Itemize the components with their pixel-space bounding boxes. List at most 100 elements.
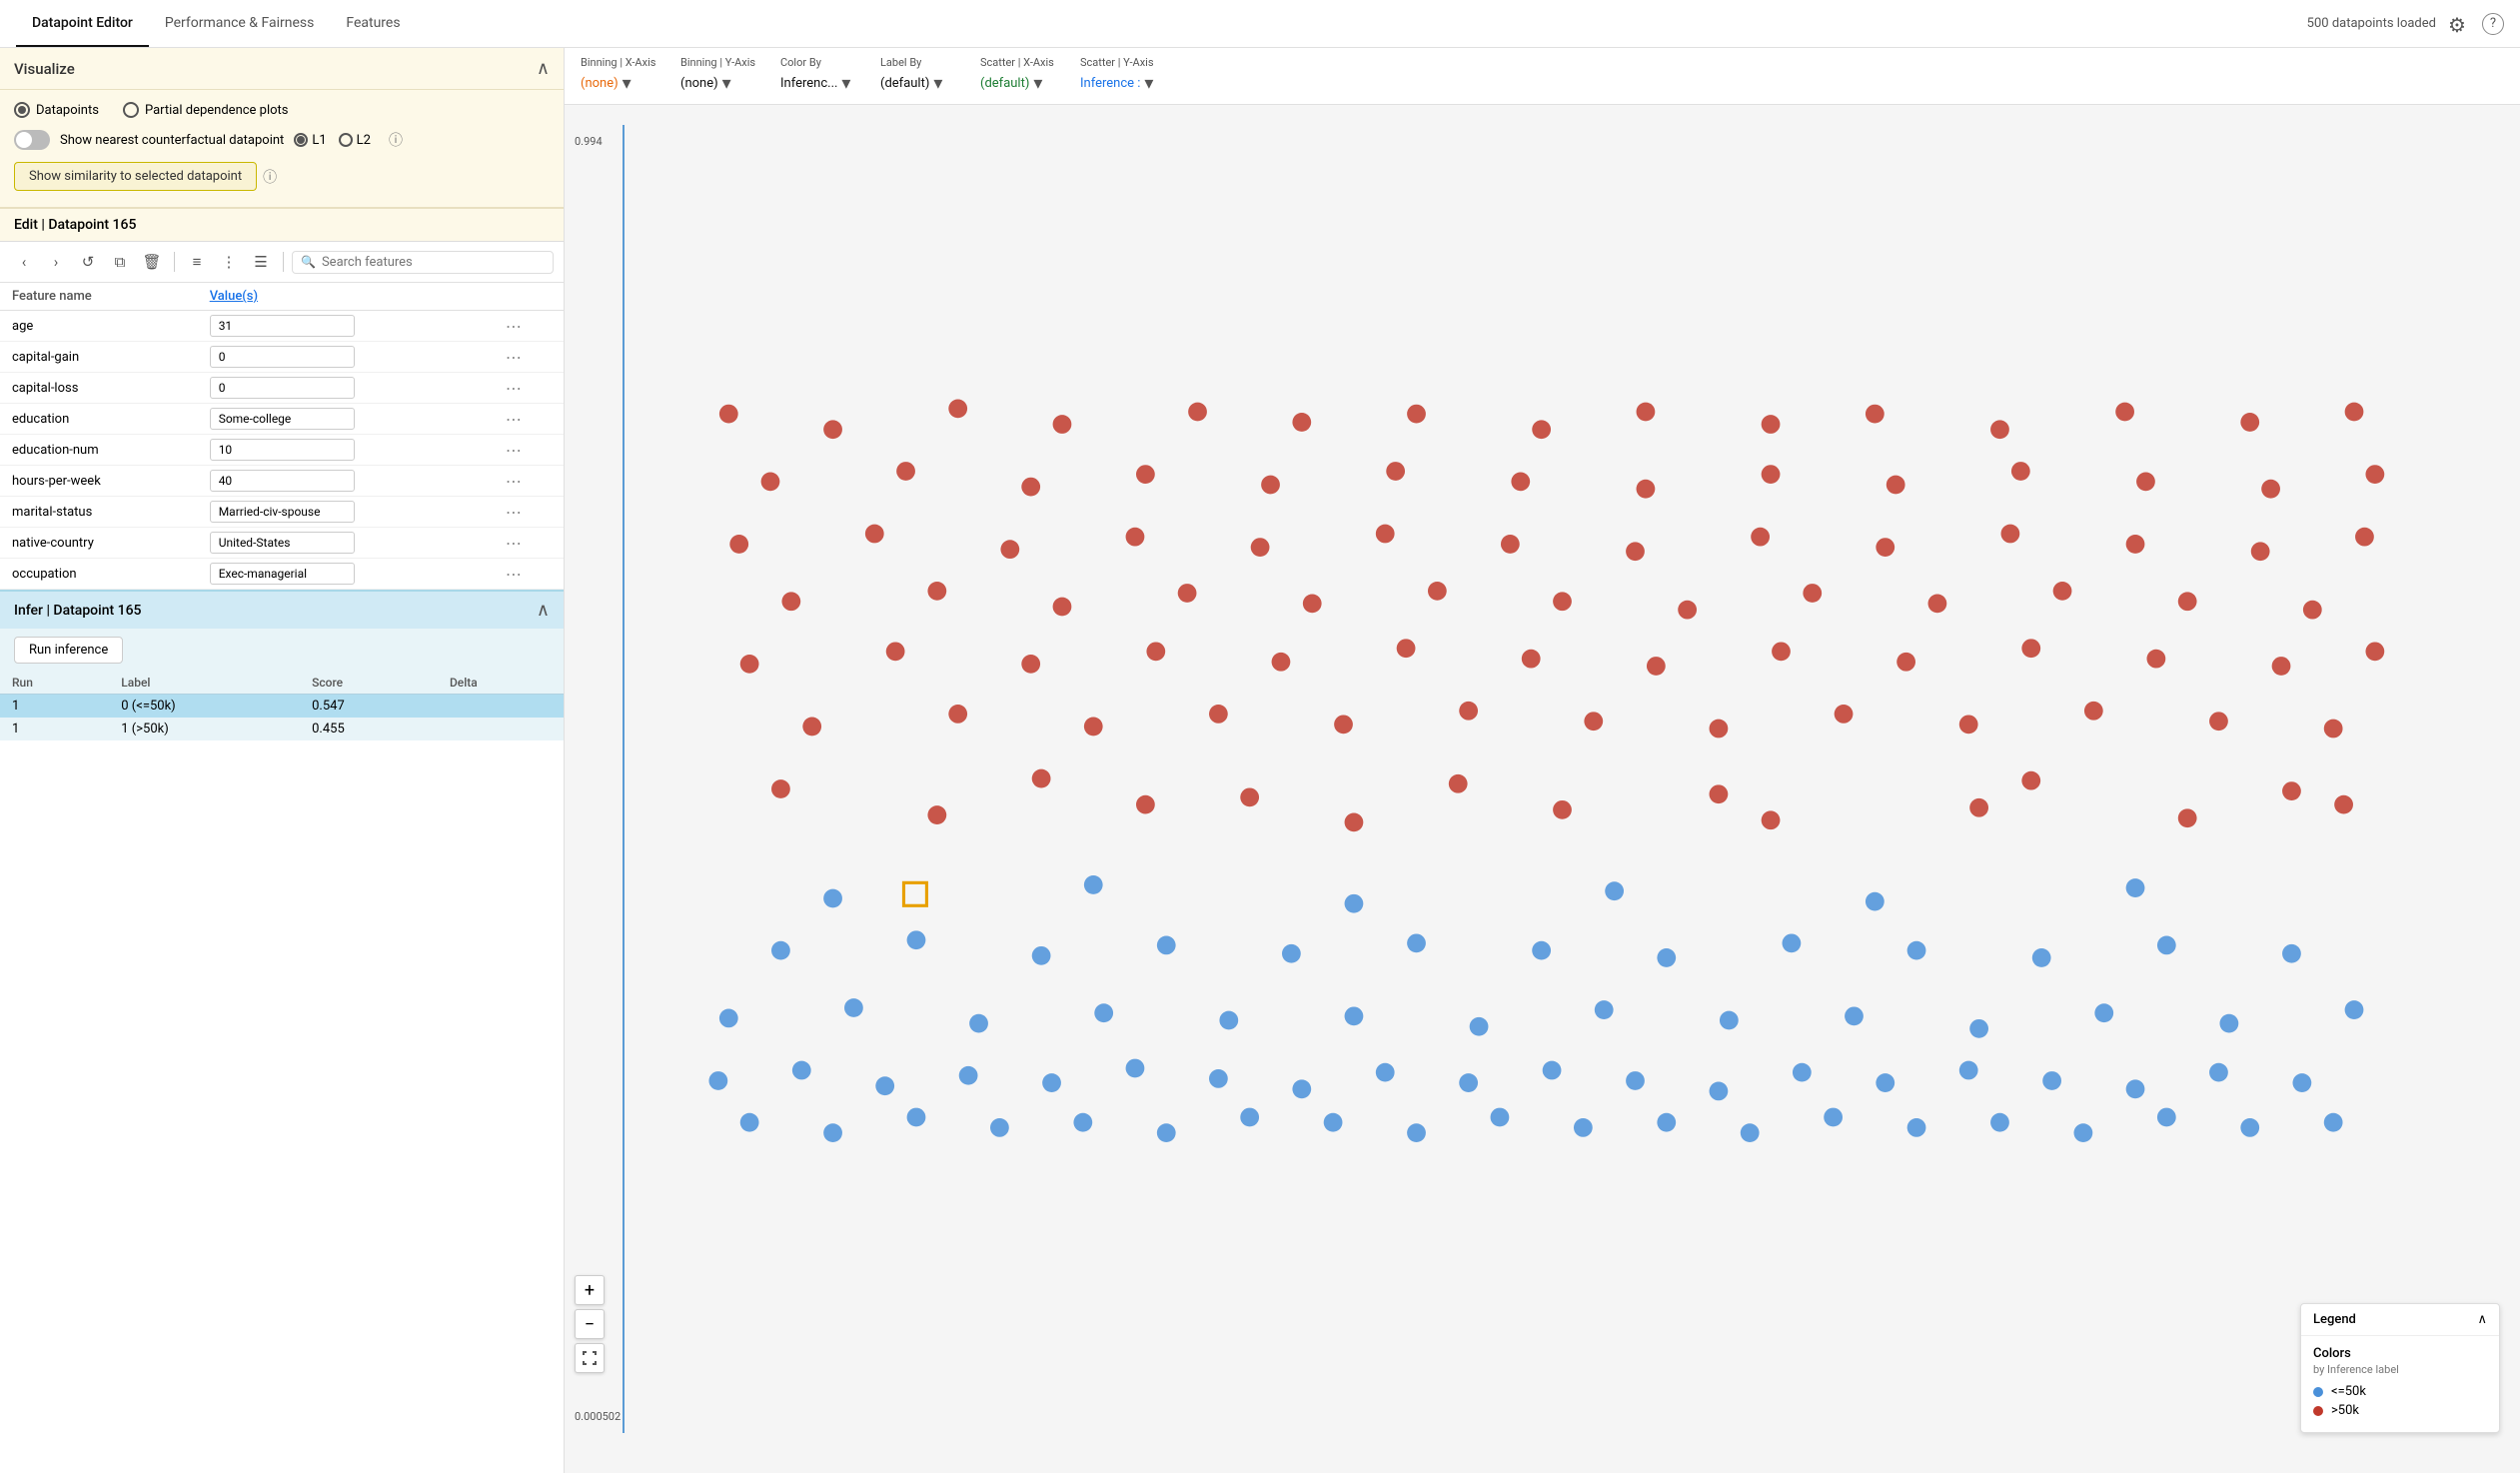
tab-performance-fairness[interactable]: Performance & Fairness [149,1,331,47]
color-by-select[interactable]: Inferenc... ▾ [780,71,860,96]
list-bullets-btn[interactable]: ☰ [247,248,275,276]
fullscreen-btn[interactable] [575,1343,605,1373]
zoom-in-btn[interactable]: + [575,1275,605,1305]
back-btn[interactable]: ‹ [10,248,38,276]
feature-more-btn[interactable]: ⋯ [506,379,522,398]
legend-item-blue: <=50k [2313,1384,2487,1399]
y-axis-top-label: 0.994 [575,135,603,148]
infer-title: Infer | Datapoint 165 [14,603,142,619]
copy-btn[interactable]: ⧉ [106,248,134,276]
similarity-info-icon[interactable]: ⓘ [263,167,277,187]
list-single-btn[interactable]: ≡ [183,248,211,276]
radio-l1[interactable]: L1 [294,133,326,148]
feature-value-input[interactable] [210,563,355,585]
visualize-title: Visualize [14,60,75,78]
feature-more-cell: ⋯ [494,404,564,435]
tab-datapoint-editor[interactable]: Datapoint Editor [16,1,149,47]
feature-value-input[interactable] [210,346,355,368]
top-nav: Datapoint Editor Performance & Fairness … [0,0,2520,48]
feature-more-cell: ⋯ [494,497,564,528]
infer-delta-cell [438,718,564,740]
edit-title: Edit | Datapoint 165 [14,217,136,233]
feature-value-input[interactable] [210,532,355,554]
legend-box: Legend ∧ Colors by Inference label <=50k… [2300,1303,2500,1433]
table-row: age ⋯ [0,311,564,342]
feature-more-btn[interactable]: ⋯ [506,534,522,553]
counterfactual-toggle[interactable] [14,130,50,150]
feature-more-cell: ⋯ [494,435,564,466]
infer-collapse-btn[interactable]: ∧ [537,600,550,621]
scatter-y-value: Inference : [1080,76,1140,91]
run-inference-btn[interactable]: Run inference [14,637,123,664]
feature-more-btn[interactable]: ⋯ [506,410,522,429]
radio-l2[interactable]: L2 [339,133,371,148]
radio-partial-dependence[interactable]: Partial dependence plots [123,102,289,118]
feature-value-input[interactable] [210,501,355,523]
list-numbered-btn[interactable]: ⋮ [215,248,243,276]
radio-partial-dependence-label: Partial dependence plots [145,103,289,118]
toolbar-divider2 [283,252,284,272]
feature-name-cell: capital-gain [0,342,198,373]
feature-more-btn[interactable]: ⋯ [506,348,522,367]
undo-btn[interactable]: ↺ [74,248,102,276]
feature-value-cell [198,435,494,466]
col-actions [494,283,564,311]
feature-value-input[interactable] [210,377,355,399]
label-by-arrow: ▾ [933,73,942,94]
feature-more-btn[interactable]: ⋯ [506,472,522,491]
feature-value-input[interactable] [210,315,355,337]
visualize-collapse-btn[interactable]: ∧ [537,58,550,79]
legend-label-gt50k: >50k [2331,1403,2359,1418]
delete-btn[interactable]: 🗑 [138,248,166,276]
l1l2-info-icon[interactable]: ⓘ [389,130,403,150]
feature-more-btn[interactable]: ⋯ [506,565,522,584]
scatter-x-select[interactable]: (default) ▾ [980,71,1060,96]
nav-right: 500 datapoints loaded ⚙ ? [2307,13,2504,35]
label-by-select[interactable]: (default) ▾ [880,71,960,96]
scatter-y-control: Scatter | Y-Axis Inference : ▾ [1080,56,1160,96]
scatter-x-value: (default) [980,76,1029,91]
feature-more-cell: ⋯ [494,466,564,497]
feature-value-input[interactable] [210,470,355,492]
forward-btn[interactable]: › [42,248,70,276]
feature-table-container: Feature name Value(s) age ⋯ capital-gain… [0,283,564,590]
feature-more-btn[interactable]: ⋯ [506,317,522,336]
binning-x-select[interactable]: (none) ▾ [581,71,660,96]
help-icon[interactable]: ? [2482,13,2504,35]
legend-collapse-btn[interactable]: ∧ [2477,1312,2487,1327]
infer-run-cell: 1 [0,695,109,719]
feature-more-cell: ⋯ [494,528,564,559]
table-row: marital-status ⋯ [0,497,564,528]
legend-title: Legend [2313,1312,2356,1327]
feature-more-cell: ⋯ [494,342,564,373]
feature-name-cell: education [0,404,198,435]
tab-features[interactable]: Features [330,1,416,47]
feature-value-input[interactable] [210,439,355,461]
infer-score-cell: 0.455 [300,718,438,740]
binning-x-label: Binning | X-Axis [581,56,660,69]
infer-table-body: 1 0 (<=50k) 0.547 1 1 (>50k) 0.455 [0,695,564,741]
l1-label: L1 [312,133,326,148]
feature-value-input[interactable] [210,408,355,430]
similarity-btn[interactable]: Show similarity to selected datapoint [14,162,257,191]
settings-icon[interactable]: ⚙ [2448,13,2470,35]
infer-label-cell: 1 (>50k) [109,718,300,740]
table-row: capital-loss ⋯ [0,373,564,404]
scatter-y-arrow: ▾ [1144,73,1153,94]
feature-more-btn[interactable]: ⋯ [506,441,522,460]
feature-value-cell [198,466,494,497]
scatter-area: 0.994 0.000502 [565,105,2520,1473]
toggle-knob [16,132,32,148]
binning-y-select[interactable]: (none) ▾ [680,71,760,96]
search-input[interactable] [322,255,545,270]
radio-datapoints[interactable]: Datapoints [14,102,99,118]
radio-datapoints-label: Datapoints [36,103,99,118]
infer-delta-cell [438,695,564,719]
edit-section: Edit | Datapoint 165 ‹ › ↺ ⧉ 🗑 ≡ ⋮ ☰ 🔍 [0,209,564,590]
feature-more-btn[interactable]: ⋯ [506,503,522,522]
infer-row: 1 1 (>50k) 0.455 [0,718,564,740]
scatter-y-select[interactable]: Inference : ▾ [1080,71,1160,96]
zoom-out-btn[interactable]: − [575,1309,605,1339]
legend-header: Legend ∧ [2301,1304,2499,1336]
table-row: capital-gain ⋯ [0,342,564,373]
